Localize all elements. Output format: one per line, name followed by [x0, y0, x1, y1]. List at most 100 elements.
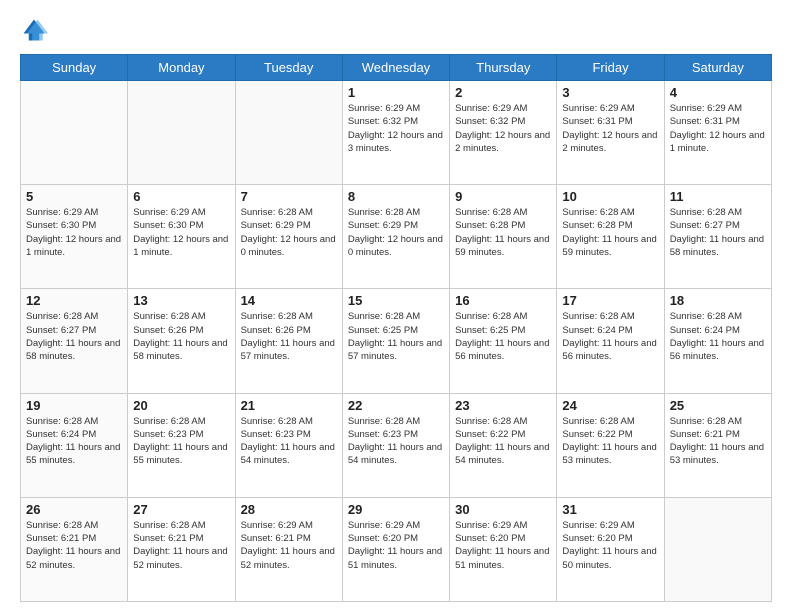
day-number: 1: [348, 85, 444, 100]
calendar-cell: 18 Sunrise: 6:28 AM Sunset: 6:24 PM Dayli…: [664, 289, 771, 393]
weekday-header-sunday: Sunday: [21, 55, 128, 81]
weekday-header-friday: Friday: [557, 55, 664, 81]
calendar-cell: 17 Sunrise: 6:28 AM Sunset: 6:24 PM Dayli…: [557, 289, 664, 393]
calendar-cell: 5 Sunrise: 6:29 AM Sunset: 6:30 PM Daylig…: [21, 185, 128, 289]
calendar-cell: 11 Sunrise: 6:28 AM Sunset: 6:27 PM Dayli…: [664, 185, 771, 289]
calendar-cell: 10 Sunrise: 6:28 AM Sunset: 6:28 PM Dayli…: [557, 185, 664, 289]
day-number: 11: [670, 189, 766, 204]
calendar-cell: [664, 497, 771, 601]
calendar-cell: 27Sunrise: 6:28 AM Sunset: 6:21 PM Dayli…: [128, 497, 235, 601]
day-number: 19: [26, 398, 122, 413]
calendar-cell: 15 Sunrise: 6:28 AM Sunset: 6:25 PM Dayli…: [342, 289, 449, 393]
day-info: Sunrise: 6:28 AM Sunset: 6:23 PM Dayligh…: [241, 415, 337, 468]
calendar-cell: [128, 81, 235, 185]
day-info: Sunrise: 6:28 AM Sunset: 6:27 PM Dayligh…: [670, 206, 766, 259]
week-row-2: 12 Sunrise: 6:28 AM Sunset: 6:27 PM Dayli…: [21, 289, 772, 393]
calendar-cell: 28 Sunrise: 6:29 AM Sunset: 6:21 PM Dayli…: [235, 497, 342, 601]
day-info: Sunrise: 6:28 AM Sunset: 6:29 PM Dayligh…: [348, 206, 444, 259]
calendar-cell: 13 Sunrise: 6:28 AM Sunset: 6:26 PM Dayli…: [128, 289, 235, 393]
day-info: Sunrise: 6:28 AM Sunset: 6:22 PM Dayligh…: [455, 415, 551, 468]
day-info: Sunrise: 6:29 AM Sunset: 6:31 PM Dayligh…: [562, 102, 658, 155]
logo-icon: [20, 16, 48, 44]
day-info: Sunrise: 6:28 AM Sunset: 6:25 PM Dayligh…: [348, 310, 444, 363]
day-number: 13: [133, 293, 229, 308]
weekday-header-saturday: Saturday: [664, 55, 771, 81]
day-number: 16: [455, 293, 551, 308]
week-row-1: 5 Sunrise: 6:29 AM Sunset: 6:30 PM Daylig…: [21, 185, 772, 289]
calendar-cell: 16 Sunrise: 6:28 AM Sunset: 6:25 PM Dayli…: [450, 289, 557, 393]
calendar-cell: 14 Sunrise: 6:28 AM Sunset: 6:26 PM Dayli…: [235, 289, 342, 393]
calendar-cell: 6Sunrise: 6:29 AM Sunset: 6:30 PM Daylig…: [128, 185, 235, 289]
day-info: Sunrise: 6:28 AM Sunset: 6:24 PM Dayligh…: [562, 310, 658, 363]
calendar-table: SundayMondayTuesdayWednesdayThursdayFrid…: [20, 54, 772, 602]
day-number: 10: [562, 189, 658, 204]
day-number: 5: [26, 189, 122, 204]
weekday-header-tuesday: Tuesday: [235, 55, 342, 81]
day-info: Sunrise: 6:28 AM Sunset: 6:23 PM Dayligh…: [133, 415, 229, 468]
day-number: 17: [562, 293, 658, 308]
weekday-header-monday: Monday: [128, 55, 235, 81]
day-number: 12: [26, 293, 122, 308]
week-row-3: 19Sunrise: 6:28 AM Sunset: 6:24 PM Dayli…: [21, 393, 772, 497]
header: [20, 16, 772, 44]
calendar-cell: 25 Sunrise: 6:28 AM Sunset: 6:21 PM Dayli…: [664, 393, 771, 497]
day-number: 4: [670, 85, 766, 100]
day-number: 25: [670, 398, 766, 413]
weekday-header-wednesday: Wednesday: [342, 55, 449, 81]
day-number: 3: [562, 85, 658, 100]
day-info: Sunrise: 6:28 AM Sunset: 6:22 PM Dayligh…: [562, 415, 658, 468]
day-number: 18: [670, 293, 766, 308]
day-number: 7: [241, 189, 337, 204]
page: SundayMondayTuesdayWednesdayThursdayFrid…: [0, 0, 792, 612]
day-info: Sunrise: 6:29 AM Sunset: 6:20 PM Dayligh…: [348, 519, 444, 572]
calendar-cell: 3 Sunrise: 6:29 AM Sunset: 6:31 PM Daylig…: [557, 81, 664, 185]
day-info: Sunrise: 6:28 AM Sunset: 6:25 PM Dayligh…: [455, 310, 551, 363]
logo: [20, 16, 52, 44]
calendar-cell: 20Sunrise: 6:28 AM Sunset: 6:23 PM Dayli…: [128, 393, 235, 497]
calendar-cell: 24Sunrise: 6:28 AM Sunset: 6:22 PM Dayli…: [557, 393, 664, 497]
day-number: 14: [241, 293, 337, 308]
weekday-header-thursday: Thursday: [450, 55, 557, 81]
calendar-cell: 19Sunrise: 6:28 AM Sunset: 6:24 PM Dayli…: [21, 393, 128, 497]
day-info: Sunrise: 6:29 AM Sunset: 6:21 PM Dayligh…: [241, 519, 337, 572]
calendar-cell: 2Sunrise: 6:29 AM Sunset: 6:32 PM Daylig…: [450, 81, 557, 185]
day-info: Sunrise: 6:29 AM Sunset: 6:31 PM Dayligh…: [670, 102, 766, 155]
day-info: Sunrise: 6:29 AM Sunset: 6:30 PM Dayligh…: [26, 206, 122, 259]
week-row-4: 26 Sunrise: 6:28 AM Sunset: 6:21 PM Dayli…: [21, 497, 772, 601]
day-number: 21: [241, 398, 337, 413]
weekday-header-row: SundayMondayTuesdayWednesdayThursdayFrid…: [21, 55, 772, 81]
day-number: 29: [348, 502, 444, 517]
day-number: 23: [455, 398, 551, 413]
day-info: Sunrise: 6:28 AM Sunset: 6:28 PM Dayligh…: [562, 206, 658, 259]
day-number: 15: [348, 293, 444, 308]
calendar-cell: 4 Sunrise: 6:29 AM Sunset: 6:31 PM Daylig…: [664, 81, 771, 185]
day-info: Sunrise: 6:28 AM Sunset: 6:26 PM Dayligh…: [133, 310, 229, 363]
day-info: Sunrise: 6:28 AM Sunset: 6:29 PM Dayligh…: [241, 206, 337, 259]
day-info: Sunrise: 6:28 AM Sunset: 6:21 PM Dayligh…: [133, 519, 229, 572]
calendar-cell: 22Sunrise: 6:28 AM Sunset: 6:23 PM Dayli…: [342, 393, 449, 497]
day-number: 2: [455, 85, 551, 100]
calendar-cell: 21 Sunrise: 6:28 AM Sunset: 6:23 PM Dayli…: [235, 393, 342, 497]
calendar-cell: 12 Sunrise: 6:28 AM Sunset: 6:27 PM Dayli…: [21, 289, 128, 393]
calendar-cell: 7 Sunrise: 6:28 AM Sunset: 6:29 PM Daylig…: [235, 185, 342, 289]
day-info: Sunrise: 6:28 AM Sunset: 6:21 PM Dayligh…: [670, 415, 766, 468]
calendar-cell: 8Sunrise: 6:28 AM Sunset: 6:29 PM Daylig…: [342, 185, 449, 289]
calendar-cell: 9Sunrise: 6:28 AM Sunset: 6:28 PM Daylig…: [450, 185, 557, 289]
day-info: Sunrise: 6:29 AM Sunset: 6:20 PM Dayligh…: [562, 519, 658, 572]
day-info: Sunrise: 6:28 AM Sunset: 6:28 PM Dayligh…: [455, 206, 551, 259]
calendar-cell: 23 Sunrise: 6:28 AM Sunset: 6:22 PM Dayli…: [450, 393, 557, 497]
day-number: 30: [455, 502, 551, 517]
calendar-cell: 26 Sunrise: 6:28 AM Sunset: 6:21 PM Dayli…: [21, 497, 128, 601]
calendar-cell: 1Sunrise: 6:29 AM Sunset: 6:32 PM Daylig…: [342, 81, 449, 185]
calendar-cell: 30Sunrise: 6:29 AM Sunset: 6:20 PM Dayli…: [450, 497, 557, 601]
day-number: 6: [133, 189, 229, 204]
day-number: 31: [562, 502, 658, 517]
day-number: 28: [241, 502, 337, 517]
day-number: 26: [26, 502, 122, 517]
day-info: Sunrise: 6:28 AM Sunset: 6:21 PM Dayligh…: [26, 519, 122, 572]
day-info: Sunrise: 6:28 AM Sunset: 6:27 PM Dayligh…: [26, 310, 122, 363]
calendar-cell: 31 Sunrise: 6:29 AM Sunset: 6:20 PM Dayli…: [557, 497, 664, 601]
calendar-cell: [21, 81, 128, 185]
day-info: Sunrise: 6:28 AM Sunset: 6:24 PM Dayligh…: [670, 310, 766, 363]
day-info: Sunrise: 6:28 AM Sunset: 6:26 PM Dayligh…: [241, 310, 337, 363]
